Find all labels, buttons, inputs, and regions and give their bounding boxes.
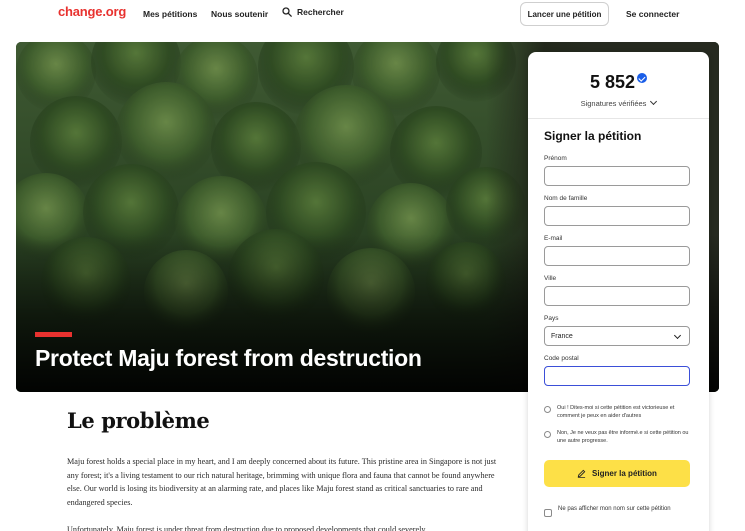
signature-count-value: 5 852 (589, 72, 636, 92)
verified-badge-icon (637, 73, 648, 83)
radio-button[interactable] (544, 431, 551, 438)
email-field[interactable] (544, 246, 690, 266)
notify-no-option[interactable]: Non, Je ne veux pas être informé.e si ce… (544, 430, 694, 445)
city-label: Ville (544, 275, 557, 282)
start-petition-button[interactable]: Lancer une pétition (520, 2, 609, 26)
pen-icon (577, 469, 586, 478)
search-icon (282, 7, 292, 17)
notify-yes-option[interactable]: Oui ! Dites-moi si cette pétition est vi… (544, 405, 694, 420)
problem-paragraph: Maju forest holds a special place in my … (67, 457, 497, 507)
email-label: E-mail (544, 235, 563, 242)
sign-petition-button[interactable]: Signer la pétition (544, 460, 690, 487)
card-divider (528, 118, 709, 119)
hide-name-option[interactable]: Ne pas afficher mon nom sur cette pétiti… (544, 505, 694, 517)
first-name-field[interactable] (544, 166, 690, 186)
problem-paragraph: Unfortunately, Maju forest is under thre… (67, 525, 426, 531)
signature-count: 5 852 (528, 72, 709, 93)
sign-petition-button-label: Signer la pétition (592, 469, 657, 478)
last-name-field[interactable] (544, 206, 690, 226)
checkbox[interactable] (544, 509, 552, 517)
postal-code-field[interactable] (544, 366, 690, 386)
nav-my-petitions[interactable]: Mes pétitions (143, 9, 197, 19)
verified-signatures-toggle[interactable]: Signatures vérifiées (528, 97, 709, 108)
radio-button[interactable] (544, 406, 551, 413)
verified-signatures-label: Signatures vérifiées (580, 99, 647, 108)
title-accent-bar (35, 332, 72, 337)
country-label: Pays (544, 315, 559, 322)
chevron-down-icon (650, 97, 658, 106)
change-org-logo[interactable]: change.org (58, 4, 126, 19)
last-name-label: Nom de famille (544, 195, 588, 202)
top-navigation-bar: change.org Mes pétitions Nous soutenir R… (0, 0, 745, 30)
nav-support-us[interactable]: Nous soutenir (211, 9, 268, 19)
city-field[interactable] (544, 286, 690, 306)
country-select-value: France (551, 332, 573, 340)
hide-name-label: Ne pas afficher mon nom sur cette pétiti… (558, 506, 671, 512)
login-link[interactable]: Se connecter (626, 9, 679, 19)
chevron-down-icon (673, 331, 682, 340)
nav-search[interactable]: Rechercher (282, 7, 344, 17)
first-name-label: Prénom (544, 155, 567, 162)
sign-petition-card: 5 852 Signatures vérifiées Signer la pét… (528, 52, 709, 531)
country-select[interactable]: France (544, 326, 690, 346)
nav-search-label: Rechercher (297, 7, 344, 17)
problem-heading: Le problème (67, 408, 210, 433)
petition-title: Protect Maju forest from destruction (35, 345, 422, 371)
notify-no-label: Non, Je ne veux pas être informé.e si ce… (557, 430, 689, 444)
notify-yes-label: Oui ! Dites-moi si cette pétition est vi… (557, 405, 675, 419)
sign-heading: Signer la pétition (544, 129, 642, 143)
postal-code-label: Code postal (544, 355, 579, 362)
